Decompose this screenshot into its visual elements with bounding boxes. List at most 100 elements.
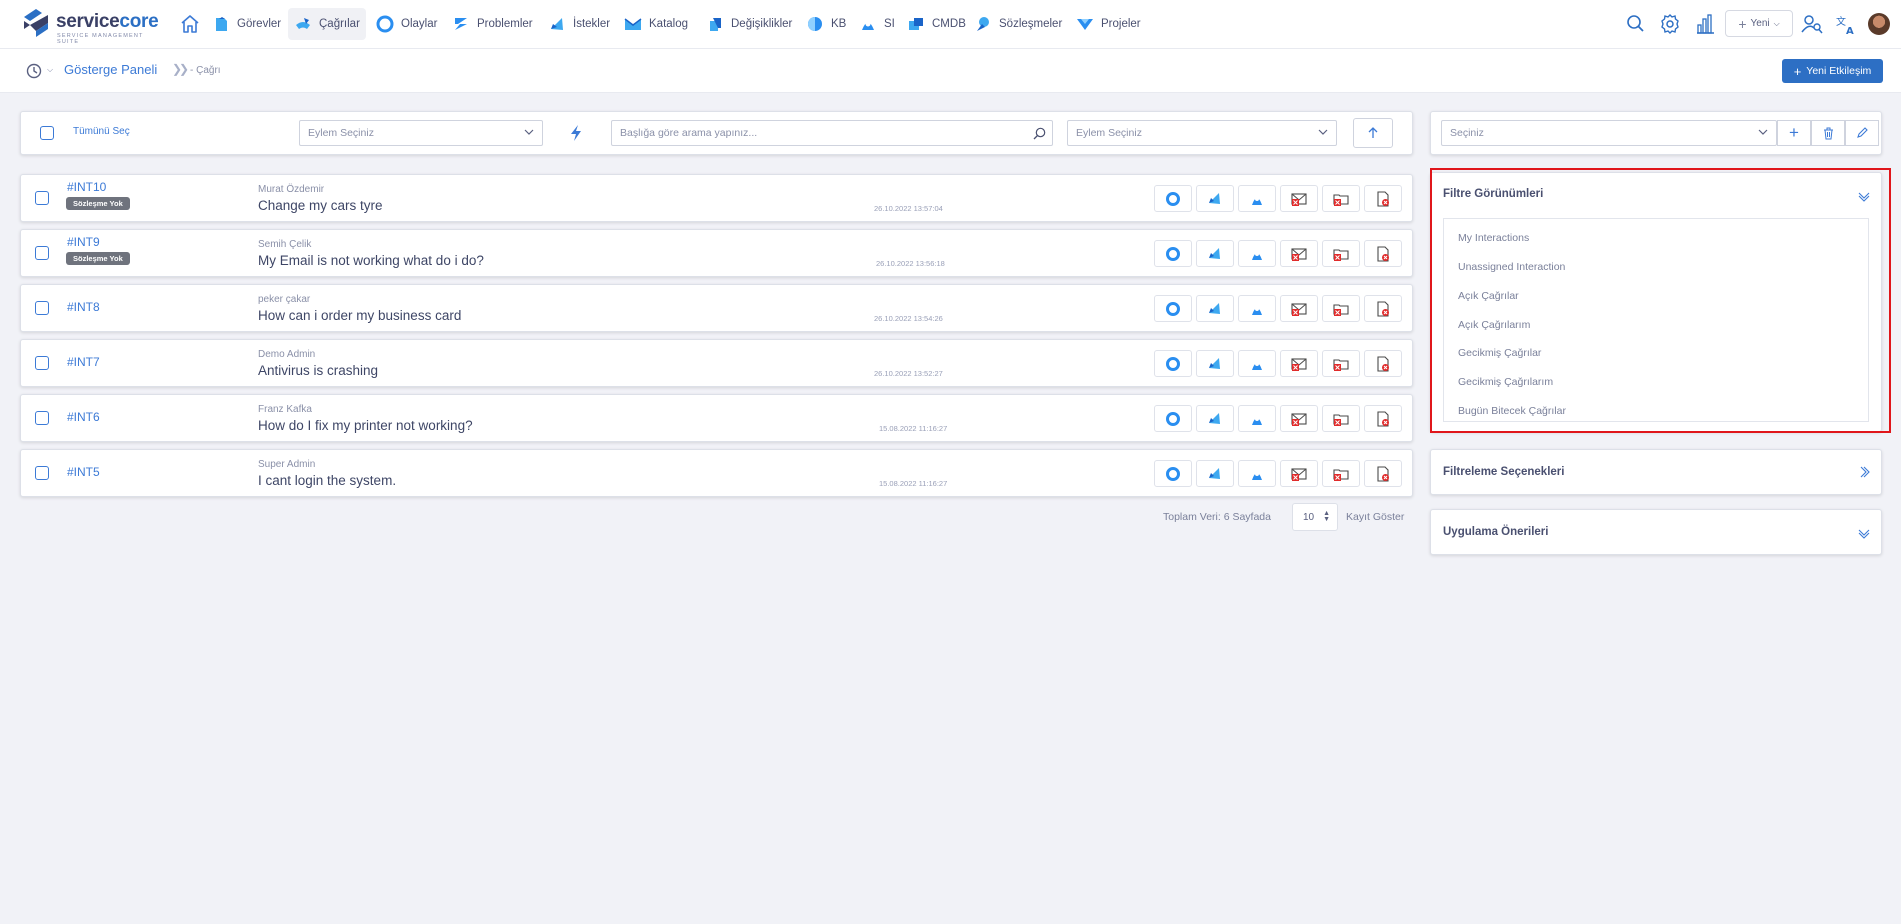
chevron-down-icon[interactable]: ⌵ xyxy=(47,65,53,75)
row-id-link[interactable]: #INT7 xyxy=(67,355,100,369)
row-action-button[interactable] xyxy=(1364,405,1402,432)
row-checkbox[interactable] xyxy=(35,191,49,205)
nav-item-cmdb[interactable]: CMDB xyxy=(901,8,972,40)
row-action-button[interactable] xyxy=(1196,295,1234,322)
new-dropdown-button[interactable]: + Yeni ⌵ xyxy=(1725,10,1793,37)
row-title[interactable]: Change my cars tyre xyxy=(258,198,383,213)
nav-item-contracts[interactable]: Sözleşmeler xyxy=(968,8,1068,40)
search-icon[interactable] xyxy=(1625,10,1645,38)
breadcrumb-dashboard-link[interactable]: Gösterge Paneli xyxy=(64,62,157,77)
row-action-button[interactable] xyxy=(1238,185,1276,212)
row-action-button[interactable] xyxy=(1238,295,1276,322)
row-action-button[interactable] xyxy=(1196,240,1234,267)
nav-item-calls[interactable]: Çağrılar xyxy=(288,8,366,40)
filter-view-select[interactable]: Seçiniz xyxy=(1441,120,1777,146)
user-avatar[interactable] xyxy=(1868,13,1890,35)
row-action-button[interactable] xyxy=(1196,185,1234,212)
row-title[interactable]: How can i order my business card xyxy=(258,308,461,323)
row-action-button[interactable] xyxy=(1322,185,1360,212)
row-action-button[interactable] xyxy=(1154,240,1192,267)
row-action-button[interactable] xyxy=(1154,350,1192,377)
language-icon[interactable]: 文 A xyxy=(1835,10,1857,38)
row-action-button[interactable] xyxy=(1154,405,1192,432)
nav-item-incidents[interactable]: Olaylar xyxy=(370,8,443,40)
home-icon[interactable] xyxy=(180,13,200,35)
servicecore-logo[interactable]: servicecore SERVICE MANAGEMENT SUITE xyxy=(20,7,159,45)
nav-item-projects[interactable]: Projeler xyxy=(1070,8,1147,40)
row-title[interactable]: I cant login the system. xyxy=(258,473,396,488)
lightning-icon[interactable] xyxy=(569,124,583,142)
gear-icon[interactable] xyxy=(1659,10,1681,38)
nav-item-catalog[interactable]: Katalog xyxy=(618,8,694,40)
new-interaction-button[interactable]: + Yeni Etkileşim xyxy=(1782,59,1883,83)
row-checkbox[interactable] xyxy=(35,246,49,260)
row-action-button[interactable] xyxy=(1238,460,1276,487)
action-select-secondary[interactable]: Eylem Seçiniz xyxy=(1067,120,1337,146)
nav-item-changes[interactable]: Değişiklikler xyxy=(700,8,798,40)
row-id-link[interactable]: #INT8 xyxy=(67,300,100,314)
row-action-button[interactable] xyxy=(1238,405,1276,432)
row-checkbox[interactable] xyxy=(35,411,49,425)
row-action-button[interactable] xyxy=(1322,240,1360,267)
row-action-button[interactable] xyxy=(1280,350,1318,377)
search-icon[interactable] xyxy=(1033,127,1046,140)
edit-filter-button[interactable] xyxy=(1845,120,1879,146)
row-action-button[interactable] xyxy=(1238,350,1276,377)
row-action-button[interactable] xyxy=(1364,185,1402,212)
table-row[interactable]: #INT7 Demo Admin Antivirus is crashing 26.1… xyxy=(20,339,1413,387)
row-id-link[interactable]: #INT6 xyxy=(67,410,100,424)
row-action-button[interactable] xyxy=(1154,185,1192,212)
filter-options-title[interactable]: Filtreleme Seçenekleri xyxy=(1443,466,1564,478)
table-row[interactable]: #INT10 Sözleşme Yok Murat Özdemir Change my… xyxy=(20,174,1413,222)
row-action-button[interactable] xyxy=(1280,405,1318,432)
row-checkbox[interactable] xyxy=(35,356,49,370)
table-row[interactable]: #INT9 Sözleşme Yok Semih Çelik My Email is … xyxy=(20,229,1413,277)
row-action-button[interactable] xyxy=(1322,350,1360,377)
row-title[interactable]: My Email is not working what do i do? xyxy=(258,253,484,268)
add-filter-button[interactable]: + xyxy=(1777,120,1811,146)
row-action-button[interactable] xyxy=(1238,240,1276,267)
row-id-link[interactable]: #INT9 xyxy=(67,235,100,249)
reports-chart-icon[interactable] xyxy=(1695,10,1715,38)
row-action-button[interactable] xyxy=(1280,460,1318,487)
select-all-checkbox[interactable] xyxy=(40,126,54,140)
row-title[interactable]: How do I fix my printer not working? xyxy=(258,418,473,433)
row-action-button[interactable] xyxy=(1364,350,1402,377)
row-action-button[interactable] xyxy=(1322,460,1360,487)
table-row[interactable]: #INT8 peker çakar How can i order my busin… xyxy=(20,284,1413,332)
nav-item-si[interactable]: SI xyxy=(853,8,901,40)
row-action-button[interactable] xyxy=(1196,460,1234,487)
delete-filter-button[interactable] xyxy=(1811,120,1845,146)
nav-item-tasks[interactable]: Görevler xyxy=(206,8,287,40)
row-checkbox[interactable] xyxy=(35,301,49,315)
select-all-label[interactable]: Tümünü Seç xyxy=(73,126,130,137)
nav-item-kb[interactable]: KB xyxy=(800,8,852,40)
row-action-button[interactable] xyxy=(1364,295,1402,322)
page-size-select[interactable]: 10 ▲ ▼ xyxy=(1292,503,1338,531)
history-clock-icon[interactable] xyxy=(26,63,42,79)
title-search-input[interactable]: Başlığa göre arama yapınız... xyxy=(611,120,1053,146)
row-action-button[interactable] xyxy=(1280,295,1318,322)
row-action-button[interactable] xyxy=(1322,405,1360,432)
chevron-down-icon[interactable] xyxy=(1858,527,1870,539)
table-row[interactable]: #INT6 Franz Kafka How do I fix my printer … xyxy=(20,394,1413,442)
row-action-button[interactable] xyxy=(1280,185,1318,212)
row-checkbox[interactable] xyxy=(35,466,49,480)
row-id-link[interactable]: #INT10 xyxy=(67,180,106,194)
nav-item-requests[interactable]: İstekler xyxy=(542,8,616,40)
row-action-button[interactable] xyxy=(1322,295,1360,322)
row-title[interactable]: Antivirus is crashing xyxy=(258,363,378,378)
row-id-link[interactable]: #INT5 xyxy=(67,465,100,479)
table-row[interactable]: #INT5 Super Admin I cant login the system.… xyxy=(20,449,1413,497)
row-action-button[interactable] xyxy=(1154,295,1192,322)
nav-item-problems[interactable]: Problemler xyxy=(446,8,539,40)
bulk-action-select[interactable]: Eylem Seçiniz xyxy=(299,120,543,146)
row-action-button[interactable] xyxy=(1196,405,1234,432)
user-search-icon[interactable] xyxy=(1801,10,1823,38)
row-action-button[interactable] xyxy=(1364,240,1402,267)
row-action-button[interactable] xyxy=(1154,460,1192,487)
app-suggestions-title[interactable]: Uygulama Önerileri xyxy=(1443,526,1548,538)
row-action-button[interactable] xyxy=(1280,240,1318,267)
row-action-button[interactable] xyxy=(1196,350,1234,377)
row-action-button[interactable] xyxy=(1364,460,1402,487)
